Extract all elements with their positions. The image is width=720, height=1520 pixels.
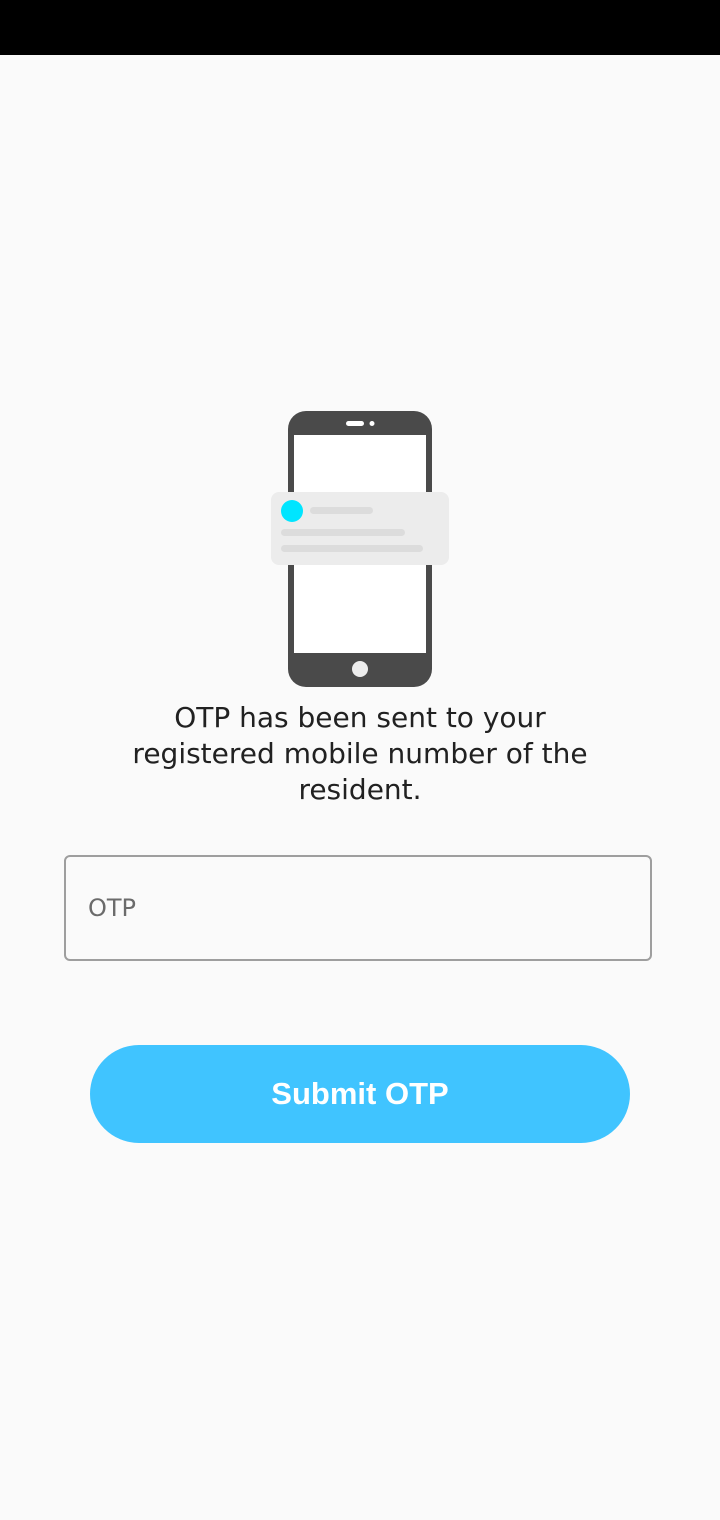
- status-bar: [0, 0, 720, 55]
- otp-sent-message: OTP has been sent to your registered mob…: [132, 701, 588, 806]
- otp-input[interactable]: [88, 857, 628, 959]
- submit-otp-button[interactable]: Submit OTP: [90, 1045, 630, 1143]
- phone-notification-icon: [270, 410, 450, 688]
- otp-field[interactable]: [64, 855, 652, 961]
